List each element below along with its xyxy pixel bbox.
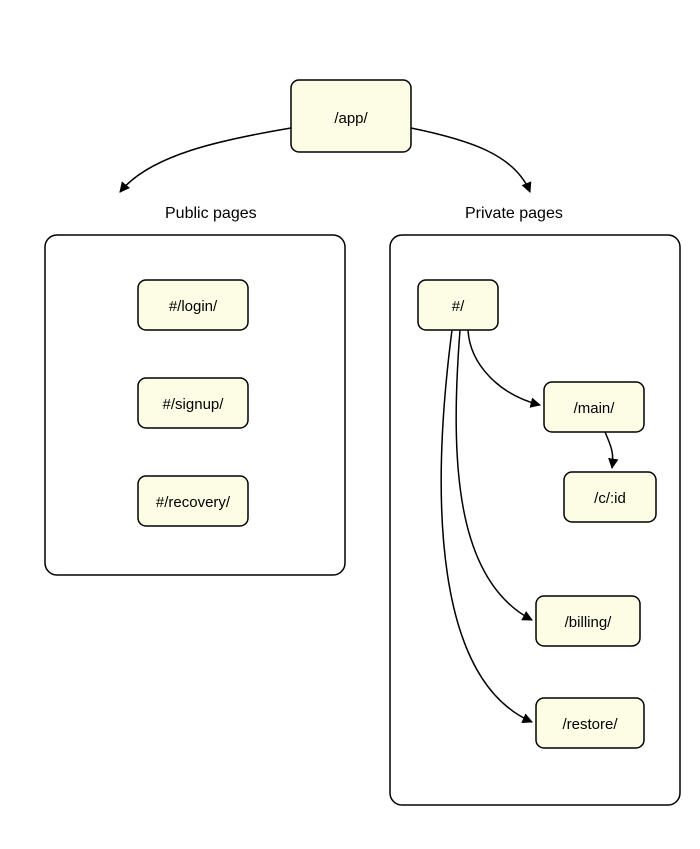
- node-login-label: #/login/: [169, 298, 218, 315]
- node-cid-label: /c/:id: [594, 490, 626, 507]
- node-billing-label: /billing/: [565, 614, 613, 631]
- edge-root-public: [120, 128, 291, 192]
- node-hash-root-label: #/: [452, 298, 465, 315]
- node-restore-label: /restore/: [562, 716, 618, 733]
- edge-root-private: [411, 128, 530, 192]
- public-heading: Public pages: [165, 205, 257, 222]
- private-heading: Private pages: [465, 205, 563, 222]
- node-recovery-label: #/recovery/: [156, 494, 231, 511]
- node-root-label: /app/: [334, 110, 368, 127]
- node-signup-label: #/signup/: [163, 396, 225, 413]
- node-main-label: /main/: [574, 400, 616, 417]
- routing-diagram: /app/ Public pages Private pages #/login…: [0, 0, 700, 849]
